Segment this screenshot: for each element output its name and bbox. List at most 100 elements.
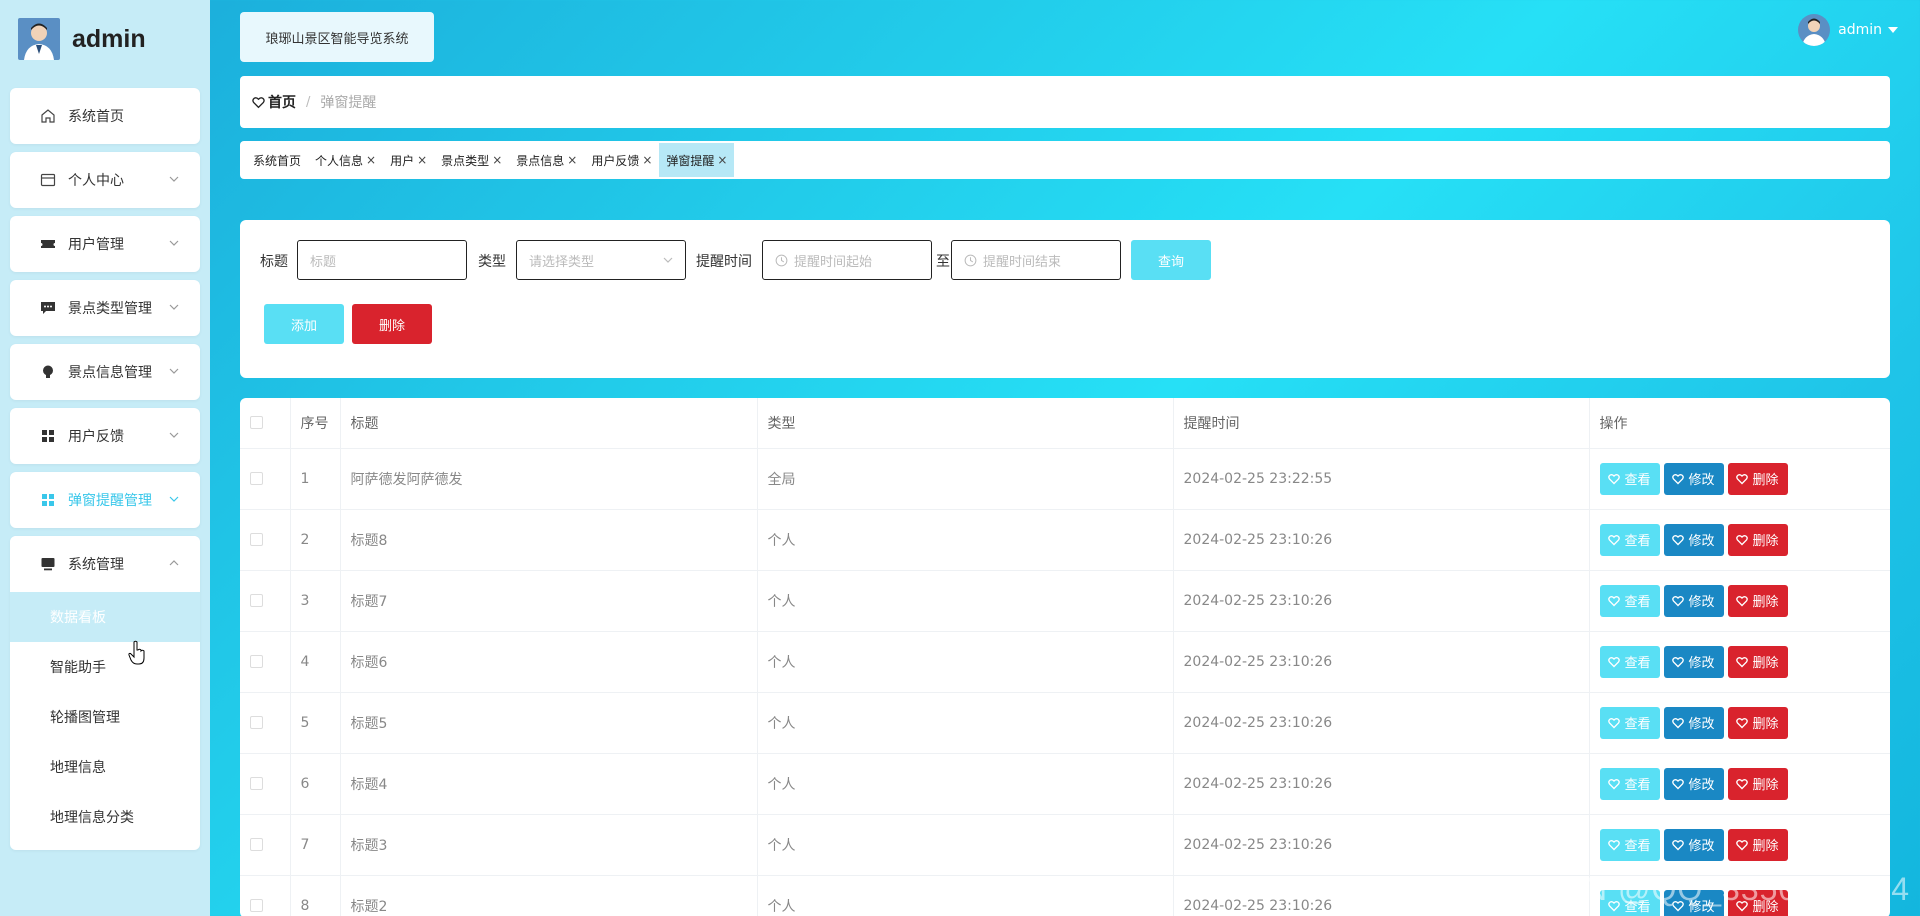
heart-icon <box>1608 473 1621 484</box>
sidebar-subitem-carousel-management[interactable]: 轮播图管理 <box>10 692 200 742</box>
view-button[interactable]: 查看 <box>1599 584 1660 617</box>
table-row: 3 标题7 个人 2024-02-25 23:10:26 查看 修改 删除 <box>240 570 1890 632</box>
sidebar-subitem-smart-assistant[interactable]: 智能助手 <box>10 642 200 692</box>
sidebar-item-scenic-info-management[interactable]: 景点信息管理 <box>10 344 200 400</box>
row-reminder-time: 2024-02-25 23:22:55 <box>1173 448 1590 510</box>
close-icon[interactable]: × <box>417 153 427 167</box>
row-index: 6 <box>290 753 341 815</box>
edit-button[interactable]: 修改 <box>1663 706 1724 739</box>
row-checkbox[interactable] <box>250 472 263 485</box>
row-index: 5 <box>290 692 341 754</box>
row-index: 3 <box>290 570 341 632</box>
close-icon[interactable]: × <box>492 153 502 167</box>
tag-user-feedback[interactable]: 用户反馈 × <box>584 143 659 177</box>
sidebar-subitem-data-dashboard[interactable]: 数据看板 <box>10 592 200 642</box>
query-button[interactable]: 查询 <box>1131 240 1211 280</box>
delete-button[interactable]: 删除 <box>1727 523 1788 556</box>
tag-popup-reminder[interactable]: 弹窗提醒 × <box>659 143 735 177</box>
edit-button[interactable]: 修改 <box>1663 645 1724 678</box>
close-icon[interactable]: × <box>642 153 652 167</box>
delete-button[interactable]: 删除 <box>1727 645 1788 678</box>
close-icon[interactable]: × <box>567 153 577 167</box>
edit-button[interactable]: 修改 <box>1663 767 1724 800</box>
row-checkbox[interactable] <box>250 594 263 607</box>
sidebar-item-user-feedback[interactable]: 用户反馈 <box>10 408 200 464</box>
edit-button[interactable]: 修改 <box>1663 828 1724 861</box>
row-checkbox[interactable] <box>250 716 263 729</box>
tag-user[interactable]: 用户 × <box>383 143 434 177</box>
sidebar-item-scenic-type-management[interactable]: 景点类型管理 <box>10 280 200 336</box>
sidebar-item-label: 弹窗提醒管理 <box>68 493 152 509</box>
row-index: 7 <box>290 814 341 876</box>
breadcrumb-home[interactable]: 首页 <box>252 92 296 112</box>
view-button[interactable]: 查看 <box>1599 767 1660 800</box>
sidebar-item-home[interactable]: 系统首页 <box>10 88 200 144</box>
sidebar-item-label: 系统首页 <box>68 109 124 125</box>
delete-button[interactable]: 删除 <box>1727 584 1788 617</box>
heart-icon <box>1672 778 1685 789</box>
reminder-time-end-placeholder: 提醒时间结束 <box>983 254 1062 270</box>
view-button[interactable]: 查看 <box>1599 462 1660 495</box>
watermark: CSDN @QQ_3350892174 <box>1513 871 1910 907</box>
row-checkbox[interactable] <box>250 655 263 668</box>
close-icon[interactable]: × <box>366 153 376 167</box>
row-checkbox[interactable] <box>250 777 263 790</box>
sidebar-item-personal-center[interactable]: 个人中心 <box>10 152 200 208</box>
sidebar-item-user-management[interactable]: 用户管理 <box>10 216 200 272</box>
row-checkbox[interactable] <box>250 899 263 912</box>
ticket-icon <box>40 236 56 252</box>
heart-icon <box>1736 656 1749 667</box>
tag-system-home[interactable]: 系统首页 <box>246 143 308 177</box>
range-to-label: 至 <box>936 254 950 270</box>
select-all-checkbox[interactable] <box>250 416 263 430</box>
view-button[interactable]: 查看 <box>1599 706 1660 739</box>
system-title: 琅琊山景区智能导览系统 <box>240 12 434 62</box>
brand-name: admin <box>72 24 146 53</box>
add-button[interactable]: 添加 <box>264 304 344 344</box>
sidebar-item-system-management[interactable]: 系统管理 <box>10 536 200 592</box>
delete-label: 删除 <box>1752 595 1779 610</box>
edit-button[interactable]: 修改 <box>1663 584 1724 617</box>
sidebar-group-system-management: 系统管理 数据看板 智能助手 轮播图管理 地理信息 地理信息分类 <box>10 536 200 850</box>
sidebar-subitem-geo-info[interactable]: 地理信息 <box>10 742 200 792</box>
table-row: 6 标题4 个人 2024-02-25 23:10:26 查看 修改 删除 <box>240 753 1890 815</box>
title-input[interactable]: 标题 <box>297 240 467 280</box>
tag-personal-info[interactable]: 个人信息 × <box>308 143 383 177</box>
reminder-time-start-input[interactable]: 提醒时间起始 <box>762 240 932 280</box>
row-reminder-time: 2024-02-25 23:10:26 <box>1173 814 1590 876</box>
heart-icon <box>1608 534 1621 545</box>
row-type: 个人 <box>757 692 1174 754</box>
batch-delete-button[interactable]: 删除 <box>352 304 432 344</box>
view-button[interactable]: 查看 <box>1599 828 1660 861</box>
delete-button[interactable]: 删除 <box>1727 767 1788 800</box>
sidebar-subitem-geo-info-category[interactable]: 地理信息分类 <box>10 792 200 842</box>
brand: admin <box>18 18 146 60</box>
row-checkbox[interactable] <box>250 838 263 851</box>
sidebar-item-label: 用户管理 <box>68 237 124 253</box>
row-reminder-time: 2024-02-25 23:10:26 <box>1173 570 1590 632</box>
tag-scenic-type[interactable]: 景点类型 × <box>434 143 509 177</box>
tag-scenic-info[interactable]: 景点信息 × <box>509 143 584 177</box>
delete-button[interactable]: 删除 <box>1727 706 1788 739</box>
top-user-menu[interactable]: admin <box>1798 14 1898 46</box>
delete-button[interactable]: 删除 <box>1727 462 1788 495</box>
header-title: 标题 <box>340 398 758 449</box>
close-icon[interactable]: × <box>717 153 727 167</box>
view-button[interactable]: 查看 <box>1599 645 1660 678</box>
heart-icon <box>1736 534 1749 545</box>
grid-icon <box>40 492 56 508</box>
row-index: 8 <box>290 875 341 916</box>
reminder-time-end-input[interactable]: 提醒时间结束 <box>951 240 1121 280</box>
row-actions: 查看 修改 删除 <box>1589 814 1890 876</box>
view-button[interactable]: 查看 <box>1599 523 1660 556</box>
sidebar-item-popup-reminder-management[interactable]: 弹窗提醒管理 <box>10 472 200 528</box>
type-select[interactable]: 请选择类型 <box>516 240 686 280</box>
delete-button[interactable]: 删除 <box>1727 828 1788 861</box>
header-type: 类型 <box>757 398 1174 449</box>
edit-label: 修改 <box>1688 473 1715 488</box>
edit-button[interactable]: 修改 <box>1663 462 1724 495</box>
edit-label: 修改 <box>1688 717 1715 732</box>
row-checkbox[interactable] <box>250 533 263 546</box>
breadcrumb: 首页 / 弹窗提醒 <box>240 76 1890 128</box>
edit-button[interactable]: 修改 <box>1663 523 1724 556</box>
